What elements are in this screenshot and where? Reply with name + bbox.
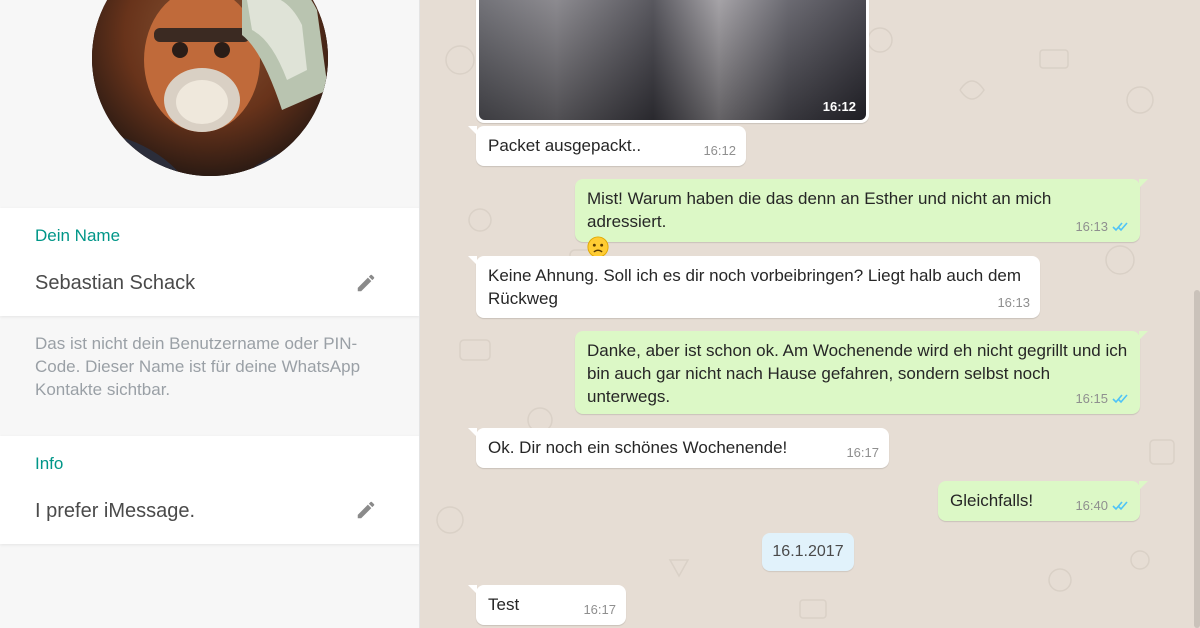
- date-separator: 16.1.2017: [762, 533, 854, 571]
- message-incoming[interactable]: Test 16:17: [468, 585, 626, 625]
- message-text: Mist! Warum haben die das denn an Esther…: [587, 189, 1052, 231]
- message-time: 16:12: [703, 143, 736, 158]
- message-time: 16:15: [1075, 391, 1108, 406]
- confused-face-icon: [587, 235, 609, 258]
- message-time: 16:17: [846, 445, 879, 460]
- name-label: Dein Name: [35, 226, 121, 245]
- message-time: 16:17: [583, 602, 616, 617]
- message-time: 16:12: [822, 99, 856, 114]
- message-text: Packet ausgepackt..: [488, 136, 642, 155]
- message-text: Keine Ahnung. Soll ich es dir noch vorbe…: [488, 266, 1022, 308]
- avatar-image: [92, 0, 328, 176]
- message-image[interactable]: 16:12: [479, 0, 866, 120]
- info-card: Info I prefer iMessage.: [0, 436, 419, 544]
- message-text: Danke, aber ist schon ok. Am Wochenende …: [587, 341, 1128, 406]
- profile-panel: Dein Name Sebastian Schack Das ist nicht…: [0, 0, 420, 628]
- message-text: Test: [488, 595, 520, 614]
- message-outgoing[interactable]: Gleichfalls! 16:40: [938, 481, 1148, 521]
- message-incoming[interactable]: Ok. Dir noch ein schönes Wochenende! 16:…: [468, 428, 889, 468]
- double-check-icon: [1112, 394, 1128, 404]
- double-check-icon: [1112, 222, 1128, 232]
- message-text: Gleichfalls!: [950, 491, 1034, 510]
- message-text: Ok. Dir noch ein schönes Wochenende!: [488, 438, 788, 457]
- pencil-icon[interactable]: [355, 272, 377, 294]
- image-message[interactable]: 16:12: [476, 0, 869, 123]
- message-incoming[interactable]: Packet ausgepackt.. 16:12: [468, 126, 746, 166]
- name-help-text: Das ist nicht dein Benutzername oder PIN…: [35, 334, 361, 399]
- message-time: 16:13: [997, 295, 1030, 310]
- message-time: 16:13: [1075, 219, 1108, 234]
- name-value: Sebastian Schack: [35, 272, 196, 294]
- info-label: Info: [35, 454, 64, 473]
- message-time: 16:40: [1075, 498, 1108, 513]
- message-outgoing[interactable]: Danke, aber ist schon ok. Am Wochenende …: [575, 331, 1148, 414]
- message-incoming[interactable]: Keine Ahnung. Soll ich es dir noch vorbe…: [468, 256, 1040, 318]
- info-value: I prefer iMessage.: [35, 500, 196, 522]
- name-card: Dein Name Sebastian Schack: [0, 208, 419, 316]
- pencil-icon[interactable]: [355, 499, 377, 521]
- chat-scrollbar[interactable]: [1194, 290, 1200, 628]
- profile-avatar[interactable]: [92, 0, 328, 176]
- message-outgoing[interactable]: Mist! Warum haben die das denn an Esther…: [575, 179, 1148, 258]
- double-check-icon: [1112, 501, 1128, 511]
